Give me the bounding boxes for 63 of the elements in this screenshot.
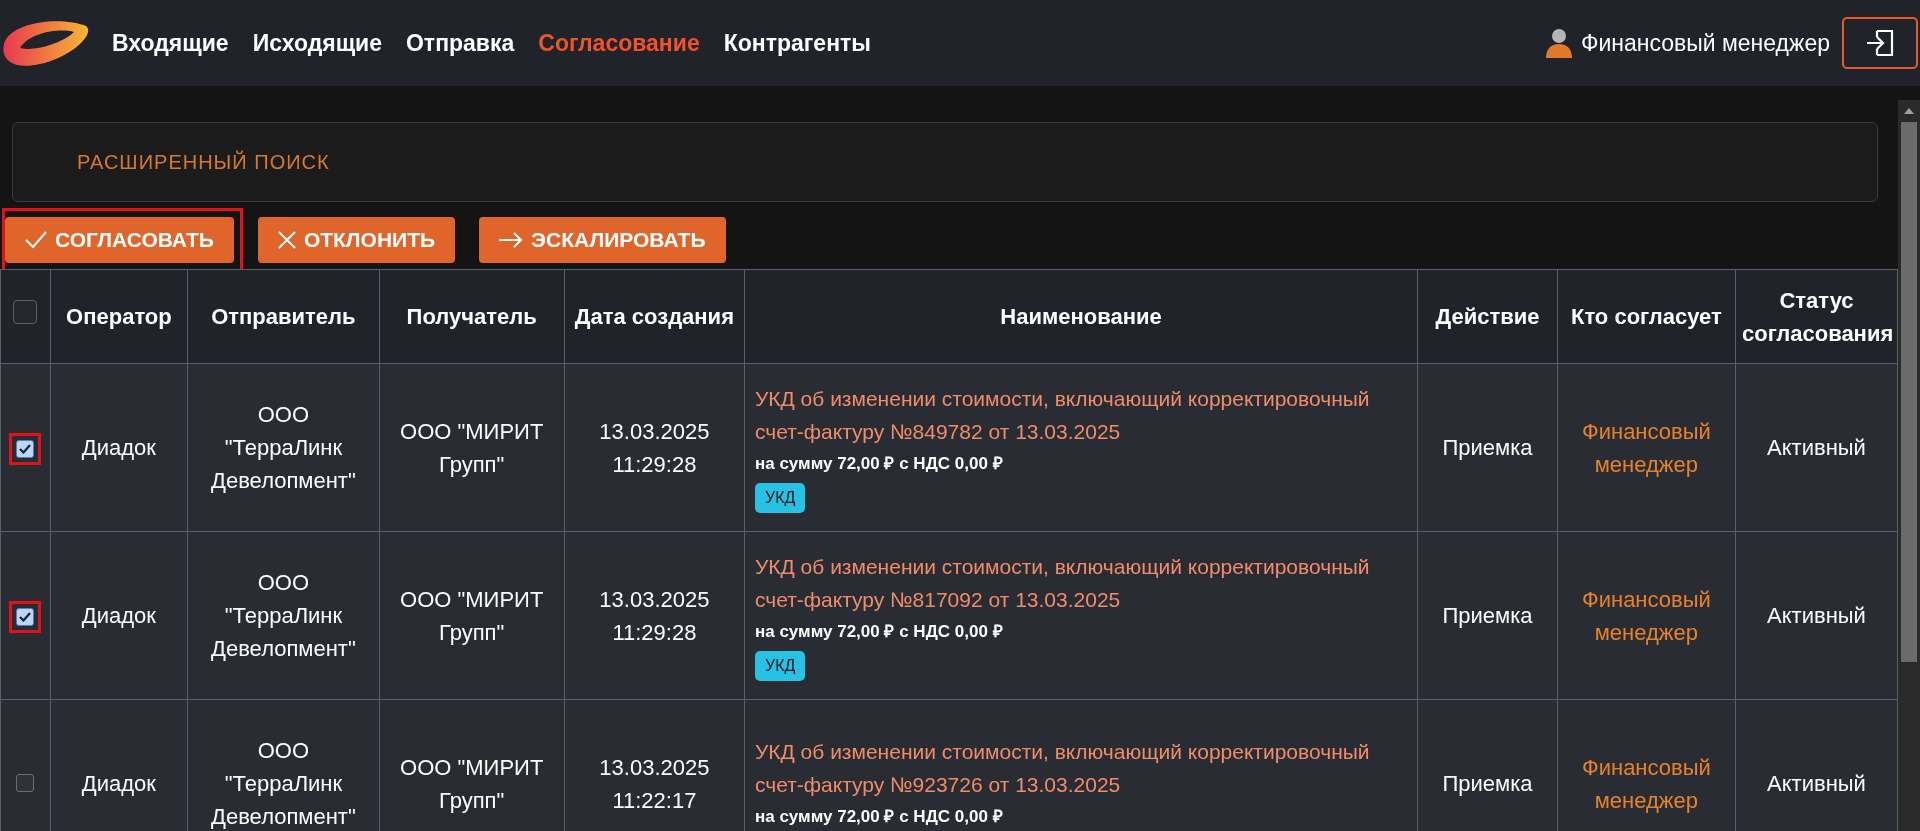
amount-text: на сумму 72,00 ₽ с НДС 0,00 ₽	[754, 805, 1004, 828]
column-header: Дата создания	[564, 269, 745, 364]
nav-link[interactable]: Входящие	[112, 29, 229, 57]
time-text: 11:29:28	[612, 619, 697, 645]
logout-button[interactable]	[1842, 17, 1918, 69]
table-cell: Диадок	[50, 363, 188, 532]
date-text: 13.03.2025	[599, 418, 710, 444]
checkbox[interactable]	[16, 440, 35, 458]
table-cell: Активный	[1735, 363, 1898, 532]
reject-button[interactable]: ОТКЛОНИТЬ	[257, 217, 456, 263]
approver-text: Финансовый менеджер	[1581, 418, 1711, 477]
scroll-up-icon[interactable]	[1903, 106, 1915, 116]
table-cell: ООО "МИРИТ Групп"	[379, 699, 565, 831]
checkbox[interactable]	[16, 608, 35, 626]
advanced-search-title: РАСШИРЕННЫЙ ПОИСК	[77, 150, 330, 174]
close-icon	[277, 231, 296, 249]
document-link[interactable]: УКД об изменении стоимости, включающий корректировочный счет-фактуру №923726 от 13.03.2025	[754, 734, 1408, 802]
column-header: Действие	[1417, 269, 1558, 364]
table-cell: Диадок	[50, 699, 188, 831]
column-header: Получатель	[379, 269, 565, 364]
table-cell: Активный	[1735, 699, 1898, 831]
table-cell: ООО "МИРИТ Групп"	[379, 531, 565, 700]
table-cell: ООО "ТерраЛинк Девелопмент"	[187, 699, 380, 831]
table-cell: Приемка	[1417, 363, 1558, 532]
escalate-button[interactable]: ЭСКАЛИРОВАТЬ	[479, 217, 726, 263]
column-header: Оператор	[50, 269, 188, 364]
nav-link[interactable]: Исходящие	[252, 29, 382, 57]
time-text: 11:22:17	[612, 787, 697, 813]
checkmark-icon	[25, 231, 47, 249]
document-type-tag: УКД	[754, 651, 806, 682]
logout-icon	[1865, 29, 1895, 57]
approver-text: Финансовый менеджер	[1581, 586, 1711, 645]
table-cell: Приемка	[1417, 531, 1558, 700]
table-cell: Приемка	[1417, 699, 1558, 831]
date-text: 13.03.2025	[599, 586, 710, 612]
column-header: Отправитель	[187, 269, 380, 364]
nav-link[interactable]: Контрагенты	[723, 29, 871, 57]
user-name: Финансовый менеджер	[1580, 29, 1830, 57]
table-cell: ООО "ТерраЛинк Девелопмент"	[187, 363, 380, 532]
column-header: Наименование	[744, 269, 1418, 364]
table-cell: ООО "МИРИТ Групп"	[379, 363, 565, 532]
document-link[interactable]: УКД об изменении стоимости, включающий корректировочный счет-фактуру №849782 от 13.03.2025	[754, 381, 1408, 449]
user-icon	[1544, 28, 1573, 58]
arrow-right-icon	[499, 232, 524, 248]
document-link[interactable]: УКД об изменении стоимости, включающий корректировочный счет-фактуру №817092 от 13.03.2025	[754, 549, 1408, 617]
advanced-search-panel[interactable]: РАСШИРЕННЫЙ ПОИСК	[12, 122, 1878, 202]
nav-link[interactable]: Согласование	[538, 29, 700, 57]
document-type-tag: УКД	[754, 483, 806, 514]
table-cell: Диадок	[50, 531, 188, 700]
time-text: 11:29:28	[612, 451, 697, 477]
scrollbar[interactable]	[1898, 100, 1920, 831]
nav-link[interactable]: Отправка	[406, 29, 515, 57]
table-cell: ООО "ТерраЛинк Девелопмент"	[187, 531, 380, 700]
select-all-checkbox[interactable]	[13, 300, 38, 324]
column-header: Статус согласования	[1735, 269, 1898, 364]
checkbox[interactable]	[16, 773, 35, 792]
approve-button[interactable]: СОГЛАСОВАТЬ	[5, 217, 234, 263]
approver-text: Финансовый менеджер	[1581, 754, 1711, 813]
date-text: 13.03.2025	[599, 754, 710, 780]
table-cell: Активный	[1735, 531, 1898, 700]
amount-text: на сумму 72,00 ₽ с НДС 0,00 ₽	[754, 620, 1004, 643]
column-header: Кто согласует	[1557, 269, 1736, 364]
amount-text: на сумму 72,00 ₽ с НДС 0,00 ₽	[754, 452, 1004, 475]
